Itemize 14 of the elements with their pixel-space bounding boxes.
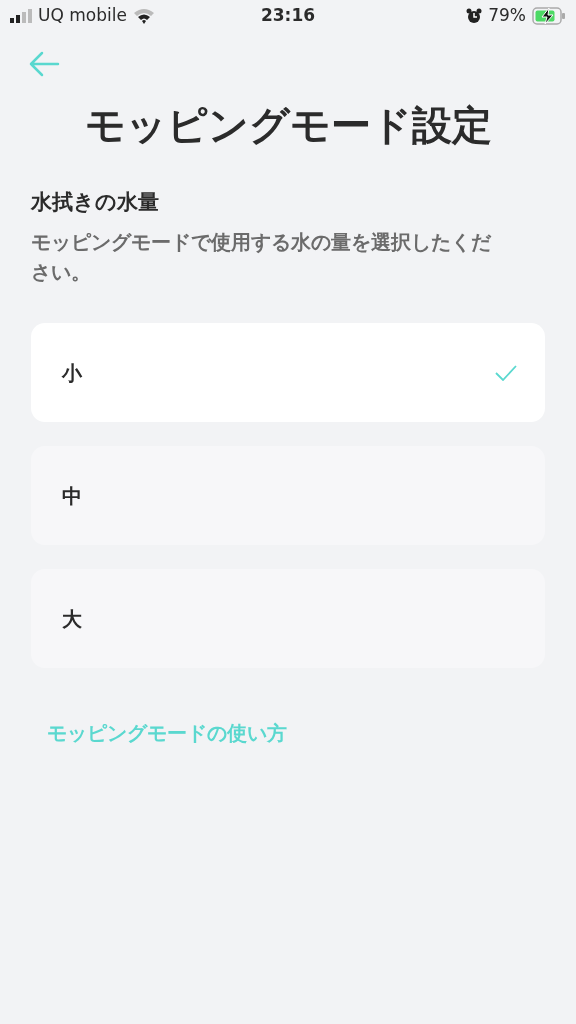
alarm-icon	[466, 8, 483, 24]
page-title: モッピングモード設定	[84, 101, 492, 150]
section-heading: 水拭きの水量	[31, 189, 160, 216]
signal-icon	[10, 9, 32, 23]
water-level-option[interactable]: 中	[31, 446, 545, 545]
battery-percent: 79%	[488, 4, 526, 28]
wifi-icon	[132, 8, 155, 24]
carrier-name: UQ mobile	[38, 4, 127, 28]
clock-time: 23:16	[260, 4, 316, 28]
water-level-option[interactable]: 小	[31, 323, 545, 422]
check-icon	[495, 364, 517, 381]
battery-charging-icon	[532, 7, 566, 25]
water-level-option[interactable]: 大	[31, 569, 545, 668]
section-description: モッピングモードで使用する水の量を選択したください。	[31, 229, 491, 286]
